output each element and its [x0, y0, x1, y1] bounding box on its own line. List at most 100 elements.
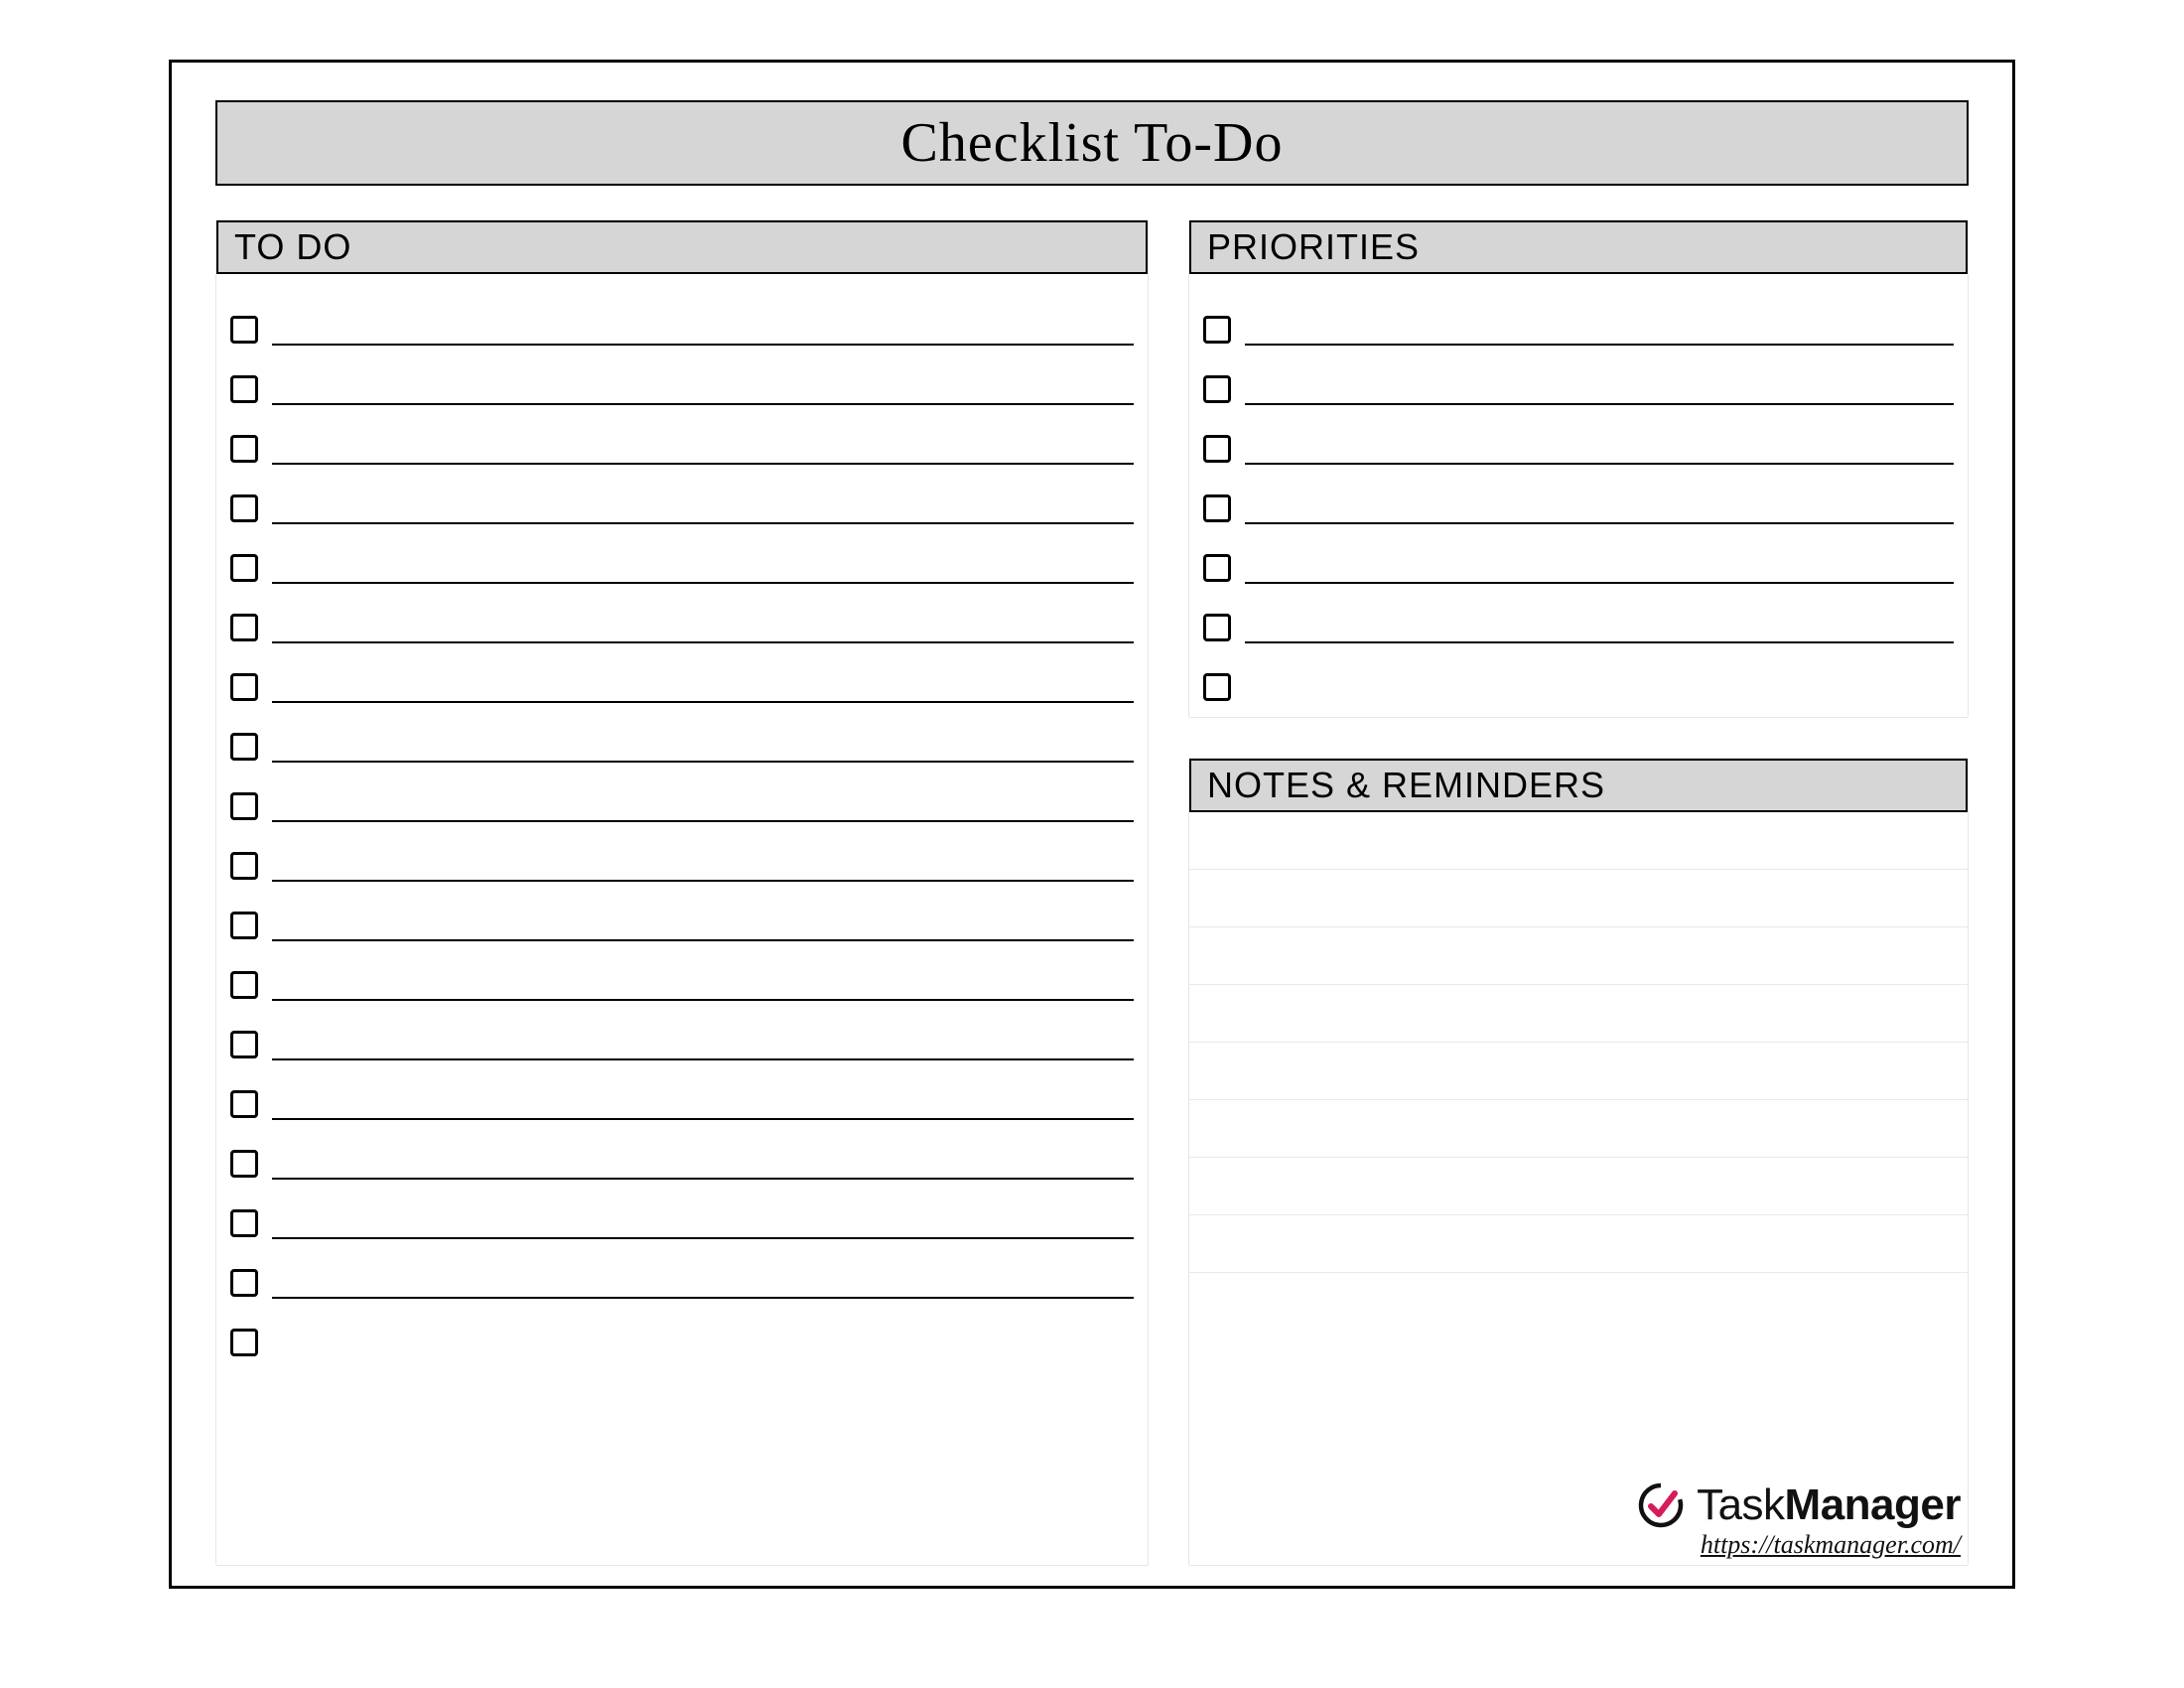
todo-panel: TO DO: [215, 219, 1149, 1566]
write-line[interactable]: [272, 999, 1134, 1001]
write-line[interactable]: [272, 463, 1134, 465]
list-item: [1203, 350, 1954, 409]
note-line[interactable]: [1189, 1215, 1968, 1273]
priorities-body: [1189, 274, 1968, 717]
footer: TaskManager https://taskmanager.com/: [1635, 1479, 1961, 1560]
write-line[interactable]: [272, 880, 1134, 882]
write-line[interactable]: [1245, 403, 1954, 405]
write-line[interactable]: [272, 641, 1134, 643]
checkbox[interactable]: [230, 792, 258, 820]
write-line[interactable]: [272, 1237, 1134, 1239]
list-item: [230, 469, 1134, 528]
list-item: [230, 409, 1134, 469]
write-line[interactable]: [272, 1178, 1134, 1180]
list-item: [230, 767, 1134, 826]
checkbox[interactable]: [1203, 614, 1231, 641]
list-item: [1203, 290, 1954, 350]
note-line[interactable]: [1189, 870, 1968, 927]
note-line[interactable]: [1189, 1100, 1968, 1158]
write-line[interactable]: [272, 939, 1134, 941]
write-line[interactable]: [272, 522, 1134, 524]
notes-body: [1189, 812, 1968, 1331]
checkbox[interactable]: [230, 375, 258, 403]
list-item: [230, 1064, 1134, 1124]
note-line[interactable]: [1189, 927, 1968, 985]
checkbox[interactable]: [230, 1269, 258, 1297]
checkbox[interactable]: [1203, 494, 1231, 522]
list-item: [230, 1184, 1134, 1243]
note-line[interactable]: [1189, 1043, 1968, 1100]
checkbox[interactable]: [230, 316, 258, 344]
list-item: [230, 707, 1134, 767]
checkbox[interactable]: [1203, 375, 1231, 403]
write-line[interactable]: [272, 820, 1134, 822]
list-item: [230, 290, 1134, 350]
checkbox[interactable]: [1203, 554, 1231, 582]
checkbox[interactable]: [230, 554, 258, 582]
list-item: [1203, 409, 1954, 469]
checkbox[interactable]: [1203, 673, 1231, 701]
checkbox[interactable]: [230, 852, 258, 880]
brand-url: https://taskmanager.com/: [1701, 1530, 1961, 1560]
list-item: [230, 1005, 1134, 1064]
checkbox[interactable]: [1203, 435, 1231, 463]
brand-row: TaskManager: [1635, 1479, 1961, 1531]
write-line[interactable]: [1245, 582, 1954, 584]
checkbox[interactable]: [230, 494, 258, 522]
note-line[interactable]: [1189, 985, 1968, 1043]
column-right: PRIORITIES NOTES & REMINDERS: [1188, 219, 1969, 1566]
list-item: [230, 886, 1134, 945]
column-left: TO DO: [215, 219, 1149, 1566]
columns: TO DO PRIORITIES NOTES & REMINDERS: [215, 219, 1969, 1566]
list-item: [1203, 588, 1954, 647]
checkbox[interactable]: [230, 733, 258, 761]
checkbox[interactable]: [230, 435, 258, 463]
write-line[interactable]: [272, 761, 1134, 763]
checkbox[interactable]: [230, 1090, 258, 1118]
list-item: [230, 647, 1134, 707]
list-item: [230, 945, 1134, 1005]
write-line[interactable]: [272, 1058, 1134, 1060]
note-line[interactable]: [1189, 1273, 1968, 1331]
note-line[interactable]: [1189, 812, 1968, 870]
checkbox[interactable]: [230, 912, 258, 939]
write-line[interactable]: [272, 1118, 1134, 1120]
priorities-heading: PRIORITIES: [1189, 220, 1968, 274]
list-item: [1203, 528, 1954, 588]
list-item: [230, 1303, 1134, 1362]
write-line[interactable]: [272, 403, 1134, 405]
list-item: [230, 1243, 1134, 1303]
page-title: Checklist To-Do: [901, 111, 1284, 175]
write-line[interactable]: [1245, 463, 1954, 465]
checklist-page: Checklist To-Do TO DO PRIORITIES NOTES &…: [169, 60, 2015, 1589]
write-line[interactable]: [272, 582, 1134, 584]
checkbox[interactable]: [230, 1329, 258, 1356]
write-line[interactable]: [272, 344, 1134, 346]
checkbox[interactable]: [230, 971, 258, 999]
brand-name: TaskManager: [1697, 1480, 1961, 1530]
priorities-panel: PRIORITIES: [1188, 219, 1969, 718]
checkmark-circle-icon: [1635, 1479, 1687, 1531]
checkbox[interactable]: [230, 614, 258, 641]
list-item: [1203, 469, 1954, 528]
list-item: [230, 1124, 1134, 1184]
checkbox[interactable]: [230, 1209, 258, 1237]
notes-heading: NOTES & REMINDERS: [1189, 759, 1968, 812]
todo-body: [216, 274, 1148, 1372]
todo-heading: TO DO: [216, 220, 1148, 274]
checkbox[interactable]: [230, 1031, 258, 1058]
write-line[interactable]: [1245, 641, 1954, 643]
checkbox[interactable]: [230, 1150, 258, 1178]
write-line[interactable]: [1245, 344, 1954, 346]
list-item: [230, 588, 1134, 647]
write-line[interactable]: [272, 701, 1134, 703]
checkbox[interactable]: [230, 673, 258, 701]
title-bar: Checklist To-Do: [215, 100, 1969, 186]
write-line[interactable]: [272, 1297, 1134, 1299]
list-item: [230, 826, 1134, 886]
write-line[interactable]: [1245, 522, 1954, 524]
list-item: [230, 350, 1134, 409]
note-line[interactable]: [1189, 1158, 1968, 1215]
checkbox[interactable]: [1203, 316, 1231, 344]
list-item: [1203, 647, 1954, 707]
